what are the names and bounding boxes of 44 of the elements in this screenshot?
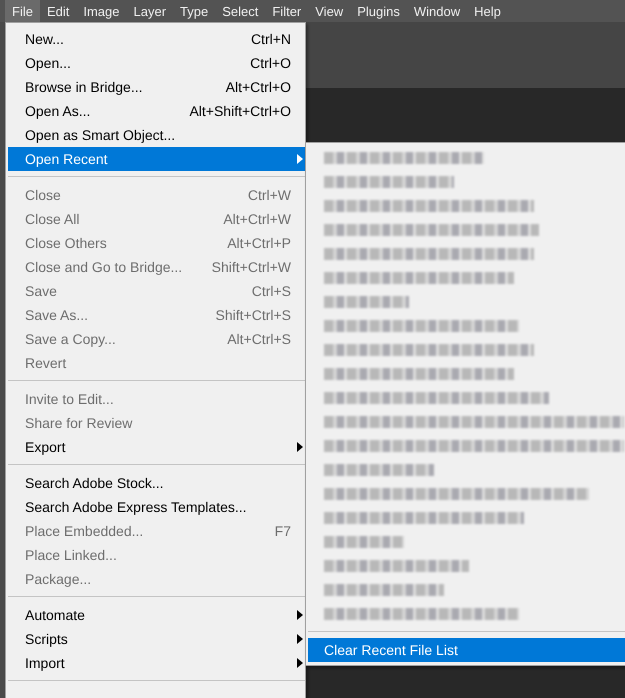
menu-item[interactable]: Export — [8, 435, 305, 459]
menu-item[interactable]: Automate — [8, 603, 305, 627]
blurred-file-name[interactable] — [324, 584, 444, 596]
blurred-file-name[interactable] — [324, 368, 514, 380]
menu-bar-item[interactable]: Filter — [265, 0, 308, 22]
blurred-file-name[interactable] — [324, 296, 409, 308]
menu-item[interactable]: Browse in Bridge... Alt+Ctrl+O — [8, 75, 305, 99]
blurred-file-name[interactable] — [324, 488, 589, 500]
menu-item[interactable]: Open... Ctrl+O — [8, 51, 305, 75]
blurred-file-name[interactable] — [324, 440, 624, 452]
blurred-file-name[interactable] — [324, 416, 624, 428]
menu-item[interactable]: Search Adobe Stock... — [8, 471, 305, 495]
menu-item[interactable]: Open As... Alt+Shift+Ctrl+O — [8, 99, 305, 123]
blurred-file-name[interactable] — [324, 272, 514, 284]
blurred-file-name[interactable] — [324, 224, 539, 236]
menu-item[interactable]: Clear Recent File List — [308, 638, 625, 662]
menu-bar-item[interactable]: Type — [173, 0, 216, 22]
menu-item[interactable]: Open Recent — [8, 147, 305, 171]
blurred-file-name[interactable] — [324, 152, 484, 164]
menu-bar-item[interactable]: Help — [467, 0, 508, 22]
blurred-file-name[interactable] — [324, 248, 534, 260]
menu-bar-item[interactable]: Edit — [40, 0, 76, 22]
blurred-file-name[interactable] — [324, 536, 404, 548]
blurred-file-name[interactable] — [324, 464, 434, 476]
menu-bar-item[interactable]: File — [5, 0, 40, 22]
menu-item[interactable]: Scripts — [8, 627, 305, 651]
menu-item[interactable]: Open as Smart Object... — [8, 123, 305, 147]
menu-item[interactable]: Import — [8, 651, 305, 675]
blurred-file-name[interactable] — [324, 200, 534, 212]
menu-bar-item[interactable]: Window — [406, 0, 468, 22]
blurred-file-name[interactable] — [324, 392, 549, 404]
menu-bar-item[interactable]: Layer — [126, 0, 174, 22]
menu-bar-item[interactable]: Image — [76, 0, 126, 22]
blurred-file-name[interactable] — [324, 560, 469, 572]
menu-bar-item[interactable]: Select — [215, 0, 266, 22]
blurred-file-name[interactable] — [324, 344, 534, 356]
menu-bar-item[interactable]: Plugins — [350, 0, 407, 22]
blurred-file-name[interactable] — [324, 608, 519, 620]
blurred-file-name[interactable] — [324, 512, 524, 524]
blurred-file-name[interactable] — [324, 320, 519, 332]
menu-bar-item[interactable]: View — [308, 0, 350, 22]
menu-item[interactable]: Search Adobe Express Templates... — [8, 495, 305, 519]
blurred-file-name[interactable] — [324, 176, 454, 188]
menu-item[interactable]: New... Ctrl+N — [8, 27, 305, 51]
